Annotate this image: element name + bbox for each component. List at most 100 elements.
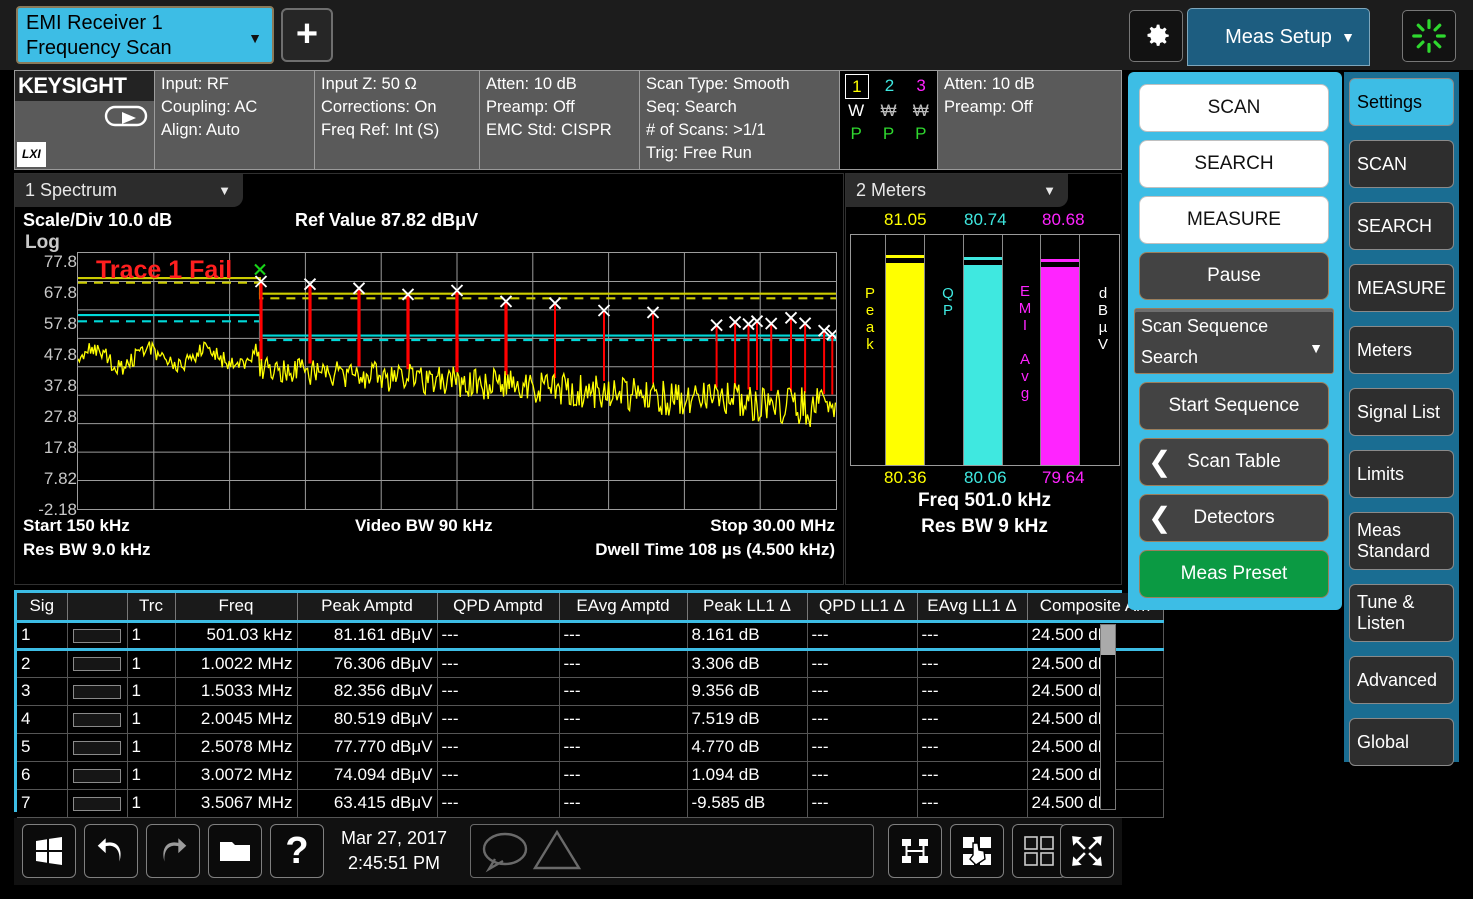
trace-2-number[interactable]: 2 [879,74,900,99]
scan-table-button[interactable]: ❮ Scan Table [1139,438,1329,486]
menu-tab-tune-listen[interactable]: Tune & Listen [1349,584,1454,642]
table-row[interactable]: 613.0072 MHz74.094 dBμV------1.094 dB---… [17,761,1163,789]
cell-sig: 6 [17,761,67,789]
col-header-qpd-amptd[interactable]: QPD Amptd [437,593,559,621]
undo-button[interactable] [84,824,138,878]
add-mode-button[interactable]: + [281,8,333,62]
annotation-toolbar[interactable] [470,824,874,878]
table-row[interactable]: 512.5078 MHz77.770 dBμV------4.770 dB---… [17,733,1163,761]
col-header-qpd-ll1[interactable]: QPD LL1 Δ [807,593,917,621]
table-scrollbar[interactable] [1100,624,1116,810]
cell-qpd-ll1: --- [807,789,917,817]
menu-tab-scan[interactable]: SCAN [1349,140,1454,188]
menu-tab-meas-standard[interactable]: Meas Standard [1349,512,1454,570]
menu-tab-advanced[interactable]: Advanced [1349,656,1454,704]
meas-preset-button[interactable]: Meas Preset [1139,550,1329,598]
redo-button[interactable] [146,824,200,878]
row-marker-box[interactable] [73,657,121,671]
cell-freq: 501.03 kHz [175,621,297,649]
menu-tab-label: Settings [1357,92,1422,113]
col-header-blank[interactable] [67,593,127,621]
meas-setup-dropdown[interactable]: Meas Setup ▼ [1187,8,1370,66]
cell-sig: 3 [17,677,67,705]
pause-button[interactable]: Pause [1139,252,1329,300]
scan-sequence-dropdown[interactable]: Scan Sequence Search ▼ [1134,308,1334,374]
row-marker-box[interactable] [73,713,121,727]
windows-start-button[interactable] [22,824,76,878]
atten-status-cell: Atten: 10 dB Preamp: Off EMC Std: CISPR [480,71,640,169]
col-header-freq[interactable]: Freq [175,593,297,621]
menu-tab-meters[interactable]: Meters [1349,326,1454,374]
table-scrollbar-thumb[interactable] [1101,625,1115,655]
menu-tab-settings[interactable]: Settings [1349,78,1454,126]
row-marker-box[interactable] [73,797,121,811]
chevron-down-icon[interactable]: ▼ [1043,174,1056,207]
trace-2-detector: P [883,122,894,145]
fullscreen-button[interactable] [1060,824,1114,878]
search-button[interactable]: SEARCH [1139,140,1329,188]
menu-tab-global[interactable]: Global [1349,718,1454,766]
top-bar: EMI Receiver 1 Frequency Scan ▼ + Meas S… [0,0,1473,70]
spectrum-window-selector[interactable]: 1 Spectrum ▼ [15,174,243,207]
chevron-down-icon[interactable]: ▼ [1341,9,1355,65]
trace-3-number[interactable]: 3 [910,74,931,99]
file-folder-button[interactable] [208,824,262,878]
measure-button[interactable]: MEASURE [1139,196,1329,244]
peak-meter-label: Peak [859,285,881,353]
num-scans-label: # of Scans: >1/1 [646,119,834,142]
settings-gear-button[interactable] [1129,10,1183,62]
window-layout-button[interactable] [1012,824,1066,878]
scale-per-div-label: Scale/Div 10.0 dB [23,210,172,231]
col-header-trc[interactable]: Trc [127,593,175,621]
meter-freq-label: Freq 501.0 kHz [846,490,1123,512]
menu-tab-measure[interactable]: MEASURE [1349,264,1454,312]
trace-1-number[interactable]: 1 [845,74,868,99]
cell-composite: 24.500 dB [1027,705,1163,733]
cell-qpd-amptd: --- [437,761,559,789]
cell-composite: 24.500 dB [1027,789,1163,817]
instrument-screen: EMI Receiver 1 Frequency Scan ▼ + Meas S… [0,0,1473,899]
mode-tab-emi-receiver[interactable]: EMI Receiver 1 Frequency Scan ▼ [16,6,274,64]
scan-button[interactable]: SCAN [1139,84,1329,132]
cell-eavg-amptd: --- [559,621,687,649]
table-row[interactable]: 412.0045 MHz80.519 dBμV------7.519 dB---… [17,705,1163,733]
start-sequence-button[interactable]: Start Sequence [1139,382,1329,430]
trace-detector-row: P P P [840,122,937,145]
qp-meter-label: QP [937,285,959,319]
row-marker-box[interactable] [73,741,121,755]
help-button[interactable]: ? [270,824,324,878]
trace-3-update: ₩ [913,99,929,122]
detectors-button[interactable]: ❮ Detectors [1139,494,1329,542]
chevron-down-icon[interactable]: ▼ [248,26,262,51]
col-header-peak-amptd[interactable]: Peak Amptd [297,593,437,621]
signal-list-table[interactable]: Sig Trc Freq Peak Amptd QPD Amptd EAvg A… [14,590,1122,812]
menu-tab-label: SEARCH [1357,216,1432,237]
network-button[interactable] [888,824,942,878]
col-header-sig[interactable]: Sig [17,593,67,621]
table-row[interactable]: 311.5033 MHz82.356 dBμV------9.356 dB---… [17,677,1163,705]
col-header-eavg-ll1[interactable]: EAvg LL1 Δ [917,593,1027,621]
menu-tab-signal-list[interactable]: Signal List [1349,388,1454,436]
menu-tab-limits[interactable]: Limits [1349,450,1454,498]
cell-eavg-amptd: --- [559,789,687,817]
menu-tab-label: Global [1357,732,1409,753]
busy-indicator-button[interactable] [1402,10,1456,62]
chevron-down-icon[interactable]: ▼ [1309,333,1323,364]
menu-tab-label: Signal List [1357,402,1440,423]
table-row[interactable]: 713.5067 MHz63.415 dBμV-------9.585 dB--… [17,789,1163,817]
col-header-eavg-amptd[interactable]: EAvg Amptd [559,593,687,621]
meters-window-selector[interactable]: 2 Meters ▼ [846,174,1068,207]
table-row[interactable]: 211.0022 MHz76.306 dBμV------3.306 dB---… [17,649,1163,677]
row-marker-box[interactable] [73,629,121,643]
cell-eavg-amptd: --- [559,677,687,705]
col-header-peak-ll1[interactable]: Peak LL1 Δ [687,593,807,621]
spectrum-plot-area[interactable]: Trace 1 Fail [77,252,837,510]
table-row[interactable]: 11501.03 kHz81.161 dBμV------8.161 dB---… [17,621,1163,649]
cell-qpd-ll1: --- [807,677,917,705]
y-tick-2: 57.8 [44,314,77,330]
row-marker-box[interactable] [73,685,121,699]
row-marker-box[interactable] [73,769,121,783]
menu-tab-search[interactable]: SEARCH [1349,202,1454,250]
chevron-down-icon[interactable]: ▼ [218,174,231,207]
touch-mode-button[interactable] [950,824,1004,878]
